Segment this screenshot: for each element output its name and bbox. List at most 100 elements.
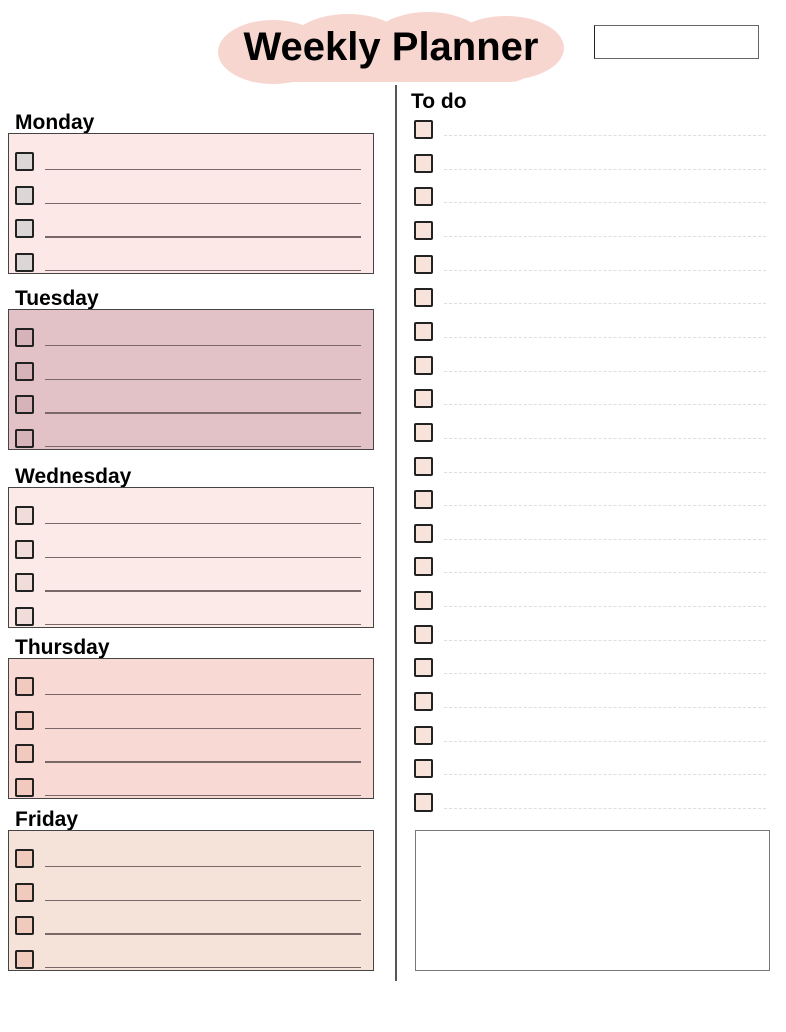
- todo-line[interactable]: [444, 808, 766, 809]
- task-row: [9, 144, 373, 178]
- todo-checkbox[interactable]: [414, 624, 433, 644]
- todo-line[interactable]: [444, 673, 766, 675]
- task-line[interactable]: [45, 727, 361, 729]
- todo-item: [414, 692, 770, 722]
- todo-line[interactable]: [444, 168, 766, 170]
- task-line[interactable]: [45, 556, 361, 558]
- todo-checkbox[interactable]: [414, 490, 433, 510]
- todo-line[interactable]: [444, 572, 766, 574]
- task-checkbox[interactable]: [15, 539, 34, 559]
- todo-line[interactable]: [444, 235, 766, 237]
- todo-line[interactable]: [444, 707, 766, 709]
- todo-line[interactable]: [444, 471, 766, 473]
- date-field[interactable]: [594, 25, 759, 59]
- todo-checkbox[interactable]: [414, 288, 433, 308]
- task-checkbox[interactable]: [15, 744, 34, 764]
- task-checkbox[interactable]: [15, 849, 34, 868]
- todo-line[interactable]: [444, 505, 766, 507]
- task-checkbox[interactable]: [15, 428, 34, 448]
- todo-checkbox[interactable]: [414, 456, 433, 476]
- task-line[interactable]: [45, 445, 361, 448]
- todo-checkbox[interactable]: [414, 557, 433, 577]
- todo-checkbox[interactable]: [414, 793, 433, 812]
- day-label-monday: Monday: [15, 111, 95, 134]
- task-checkbox[interactable]: [15, 677, 34, 696]
- todo-checkbox[interactable]: [414, 220, 433, 240]
- task-checkbox[interactable]: [15, 361, 34, 381]
- todo-line[interactable]: [444, 303, 766, 305]
- column-divider: [395, 85, 397, 981]
- todo-line[interactable]: [444, 202, 766, 204]
- todo-checkbox[interactable]: [414, 187, 433, 207]
- todo-checkbox[interactable]: [414, 153, 433, 173]
- notes-box[interactable]: [415, 830, 770, 971]
- task-checkbox[interactable]: [15, 219, 34, 239]
- task-line[interactable]: [45, 269, 361, 272]
- task-checkbox[interactable]: [15, 916, 34, 936]
- todo-item: [414, 725, 770, 756]
- task-line[interactable]: [45, 523, 361, 525]
- task-line[interactable]: [45, 169, 361, 171]
- todo-line[interactable]: [444, 269, 766, 271]
- todo-line[interactable]: [444, 639, 766, 641]
- task-line[interactable]: [45, 378, 361, 380]
- todo-line[interactable]: [444, 774, 766, 776]
- todo-checkbox[interactable]: [414, 389, 433, 409]
- day-label-wednesday: Wednesday: [15, 465, 132, 488]
- task-checkbox[interactable]: [15, 252, 34, 272]
- todo-line[interactable]: [444, 538, 766, 540]
- todo-heading: To do: [411, 90, 467, 113]
- task-line[interactable]: [45, 966, 361, 969]
- todo-checkbox[interactable]: [414, 254, 433, 274]
- todo-checkbox[interactable]: [414, 591, 433, 611]
- todo-line[interactable]: [444, 606, 766, 608]
- todo-line[interactable]: [444, 370, 766, 372]
- task-line[interactable]: [45, 590, 361, 592]
- task-line[interactable]: [45, 866, 361, 868]
- todo-checkbox[interactable]: [414, 120, 433, 139]
- todo-checkbox[interactable]: [414, 725, 433, 745]
- todo-line[interactable]: [444, 437, 766, 439]
- task-checkbox[interactable]: [15, 573, 34, 593]
- day-box-friday: [8, 830, 374, 971]
- task-line[interactable]: [45, 761, 361, 763]
- task-checkbox[interactable]: [15, 882, 34, 902]
- todo-item: [414, 759, 770, 789]
- task-checkbox[interactable]: [15, 328, 34, 347]
- task-checkbox[interactable]: [15, 185, 34, 205]
- todo-item: [414, 187, 770, 217]
- todo-checkbox[interactable]: [414, 692, 433, 712]
- todo-checkbox[interactable]: [414, 523, 433, 543]
- task-line[interactable]: [45, 236, 361, 238]
- todo-item: [414, 288, 770, 318]
- task-line[interactable]: [45, 345, 361, 347]
- todo-checkbox[interactable]: [414, 658, 433, 678]
- task-line[interactable]: [45, 933, 361, 935]
- todo-line[interactable]: [444, 404, 766, 406]
- task-row: [9, 498, 373, 532]
- task-line[interactable]: [45, 202, 361, 204]
- task-row: [9, 841, 373, 875]
- todo-checkbox[interactable]: [414, 759, 433, 779]
- todo-checkbox[interactable]: [414, 422, 433, 442]
- task-line[interactable]: [45, 794, 361, 797]
- task-checkbox[interactable]: [15, 395, 34, 415]
- task-checkbox[interactable]: [15, 606, 34, 626]
- todo-line[interactable]: [444, 135, 766, 136]
- task-line[interactable]: [45, 412, 361, 414]
- task-line[interactable]: [45, 694, 361, 696]
- task-row: [9, 908, 373, 942]
- todo-checkbox[interactable]: [414, 355, 433, 375]
- task-checkbox[interactable]: [15, 777, 34, 797]
- task-checkbox[interactable]: [15, 152, 34, 171]
- task-checkbox[interactable]: [15, 710, 34, 730]
- todo-line[interactable]: [444, 740, 766, 742]
- todo-checkbox[interactable]: [414, 321, 433, 341]
- task-checkbox[interactable]: [15, 506, 34, 525]
- task-checkbox[interactable]: [15, 949, 34, 969]
- todo-line[interactable]: [444, 336, 766, 338]
- day-label-thursday: Thursday: [15, 636, 110, 659]
- todo-item: [414, 389, 770, 419]
- task-line[interactable]: [45, 623, 361, 626]
- task-line[interactable]: [45, 899, 361, 901]
